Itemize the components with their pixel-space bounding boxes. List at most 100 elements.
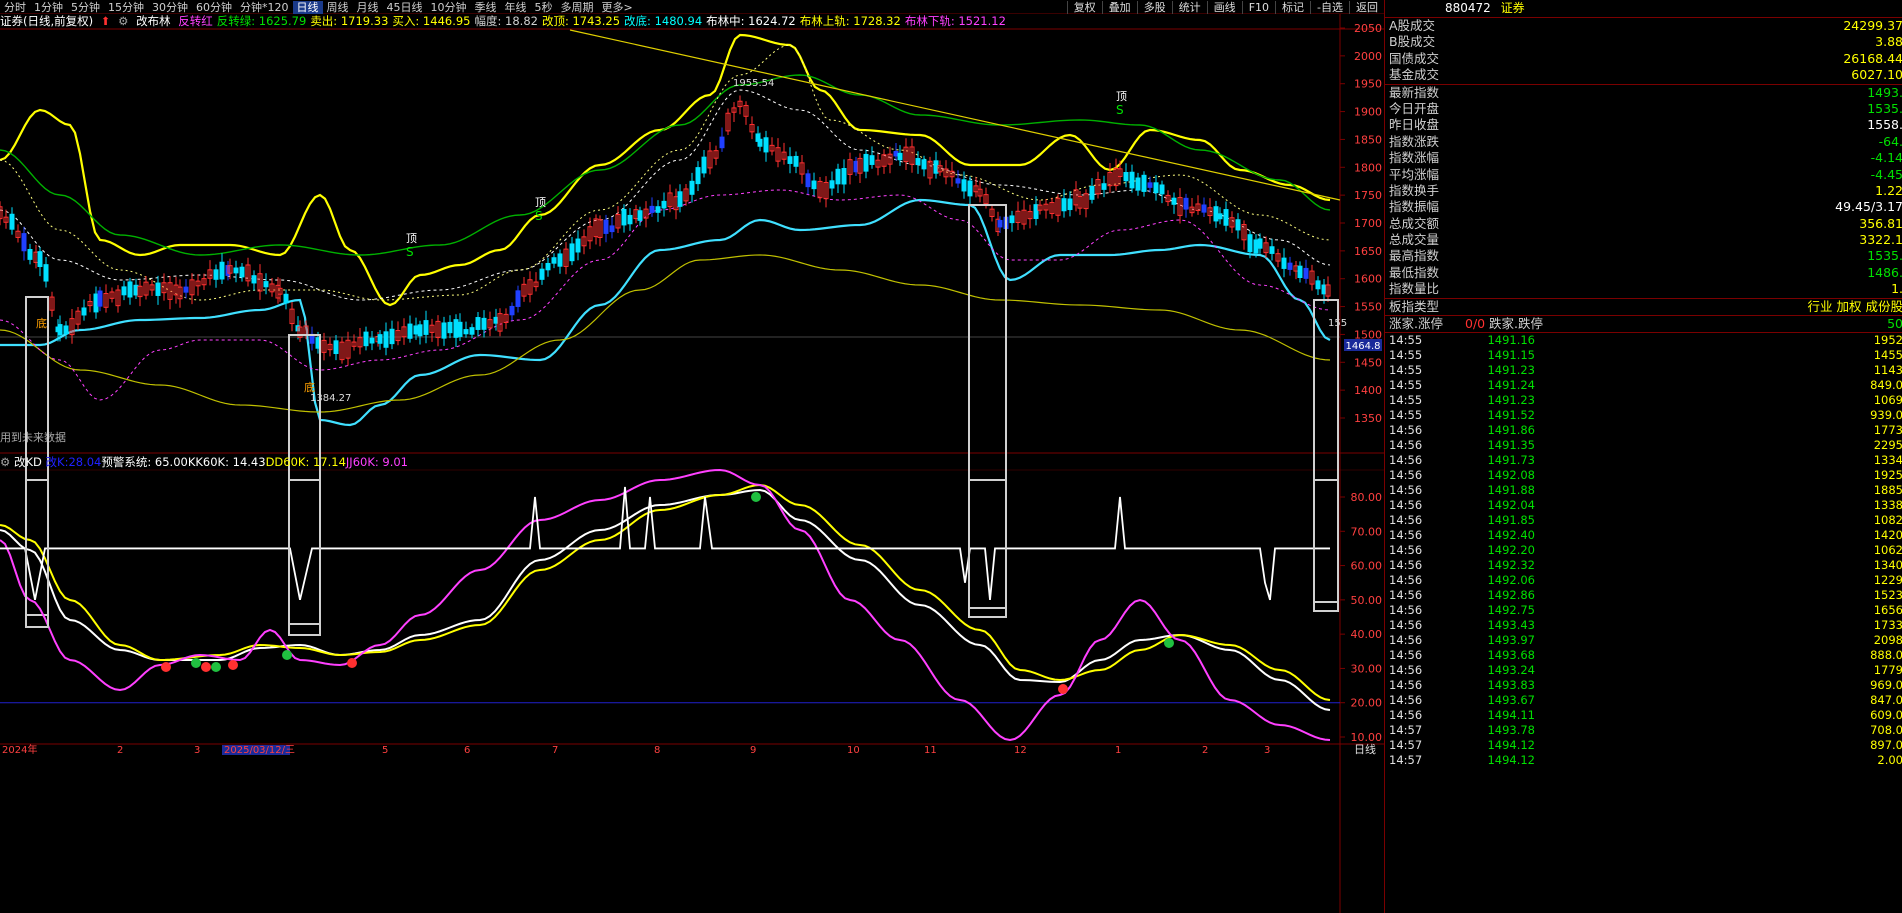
tick-row: 14:56 1494.11 609.0 <box>1385 708 1902 723</box>
tick-row: 14:56 1491.88 1885 <box>1385 483 1902 498</box>
indicator-value: 改顶: 1743.25 <box>541 14 621 28</box>
tick-volume: 1340 <box>1873 558 1902 573</box>
tick-row: 14:56 1492.08 1925 <box>1385 468 1902 483</box>
candle-body <box>1247 234 1253 253</box>
signal-dot-icon <box>191 658 201 668</box>
stat-label: 指数涨跌 <box>1389 133 1440 149</box>
indicator-name[interactable]: 改布林 <box>136 14 171 28</box>
candle-body <box>853 160 859 173</box>
candle-body <box>627 214 633 225</box>
stats-list: A股成交 24299.37 B股成交 3.88 国债成交 26168.44 基金成交 6027… <box>1385 18 1902 298</box>
tick-volume: 609.0 <box>1870 708 1902 723</box>
tick-volume: 1082 <box>1873 513 1902 528</box>
stat-label: B股成交 <box>1389 34 1436 50</box>
indicator-value: DD60K: 17.14 <box>265 455 346 469</box>
signal-dot-icon <box>1058 684 1068 694</box>
tick-volume: 1420 <box>1873 528 1902 543</box>
candle-body <box>1159 184 1165 195</box>
x-axis-label: 5 <box>382 745 388 756</box>
candle-body <box>575 238 581 253</box>
signal-dot-icon <box>201 662 211 672</box>
tick-price: 1492.06 <box>1487 573 1535 588</box>
tick-price: 1493.43 <box>1487 618 1535 633</box>
tick-row: 14:56 1492.20 1062 <box>1385 543 1902 558</box>
stat-label: 最低指数 <box>1389 264 1440 280</box>
candle-body <box>1287 262 1293 270</box>
candle-body <box>251 275 257 284</box>
index-code: 880472 <box>1445 1 1491 15</box>
tick-price: 1491.35 <box>1487 438 1535 453</box>
updown-row: 涨家.涨停 0/0 跌家.跌停 50 <box>1385 315 1902 334</box>
stat-value: 356.81 <box>1859 215 1902 231</box>
candle-body <box>57 324 63 336</box>
tick-price: 1493.68 <box>1487 648 1535 663</box>
tick-price: 1491.85 <box>1487 513 1535 528</box>
candle-body <box>1067 198 1073 211</box>
tick-time: 14:57 <box>1389 738 1423 753</box>
candle-body <box>463 329 469 335</box>
indicator-value: 卖出: 1719.33 <box>310 14 389 28</box>
sub-indicator-name[interactable]: 改KD <box>14 455 42 469</box>
candle-body <box>1303 267 1309 279</box>
candle-body <box>805 173 811 188</box>
bottom-mark: 底 <box>36 316 47 330</box>
tick-time: 14:56 <box>1389 558 1423 573</box>
gear-icon[interactable]: ⚙ <box>0 455 10 469</box>
stat-label: 平均涨幅 <box>1389 166 1440 182</box>
tick-volume: 2295 <box>1873 438 1902 453</box>
tick-price: 1491.23 <box>1487 393 1535 408</box>
candle-body <box>475 317 481 330</box>
tick-time: 14:56 <box>1389 438 1423 453</box>
stat-label: 昨日收盘 <box>1389 117 1440 133</box>
candle-body <box>515 290 521 307</box>
tick-volume: 1952 <box>1873 333 1902 348</box>
tick-price: 1493.97 <box>1487 633 1535 648</box>
tick-volume: 708.0 <box>1870 723 1902 738</box>
candle-body <box>1123 172 1129 182</box>
candle-body <box>93 293 99 313</box>
candle-body <box>63 325 69 335</box>
tick-volume: 1925 <box>1873 468 1902 483</box>
candle-body <box>121 286 127 296</box>
kd-tick-label: 70.00 <box>1351 525 1383 538</box>
indicator-value: 28.04 <box>68 455 102 469</box>
tick-row: 14:56 1491.85 1082 <box>1385 513 1902 528</box>
low-annotation: 1384.27 <box>310 393 351 404</box>
stat-row: 国债成交 26168.44 <box>1385 51 1902 67</box>
tick-volume: 939.0 <box>1870 408 1902 423</box>
x-axis-label: 8 <box>654 745 660 756</box>
tick-time: 14:56 <box>1389 453 1423 468</box>
tick-time: 14:56 <box>1389 603 1423 618</box>
tick-time: 14:56 <box>1389 423 1423 438</box>
tick-time: 14:56 <box>1389 633 1423 648</box>
tick-time: 14:56 <box>1389 483 1423 498</box>
stat-row: 最高指数 1535. <box>1385 248 1902 264</box>
candle-body <box>37 251 43 268</box>
candle-body <box>609 225 615 233</box>
tick-row: 14:56 1493.97 2098 <box>1385 633 1902 648</box>
tick-price: 1494.12 <box>1487 738 1535 753</box>
x-axis-label: 10 <box>847 745 860 756</box>
tick-price: 1492.86 <box>1487 588 1535 603</box>
candle-body <box>897 152 903 161</box>
tick-price: 1491.24 <box>1487 378 1535 393</box>
stat-row: 指数量比 1. <box>1385 281 1902 297</box>
candle-body <box>787 156 793 164</box>
tick-time: 14:56 <box>1389 648 1423 663</box>
candle-body <box>233 267 239 274</box>
tick-price: 1491.16 <box>1487 333 1535 348</box>
tick-time: 14:56 <box>1389 498 1423 513</box>
future-data-note: 用到未来数据 <box>0 430 66 444</box>
stat-value: 1493. <box>1867 84 1902 100</box>
price-tick-label: 1400 <box>1354 384 1382 397</box>
tick-list[interactable]: 14:55 1491.16 1952 14:55 1491.15 1455 14:55 149… <box>1385 333 1902 768</box>
stat-label: 总成交额 <box>1389 215 1440 231</box>
indicator-value: 反转绿: 1625.79 <box>216 14 307 28</box>
candle-body <box>1223 209 1229 226</box>
tick-price: 1491.73 <box>1487 453 1535 468</box>
candle-body <box>333 340 339 355</box>
tick-volume: 1229 <box>1873 573 1902 588</box>
candle-body <box>557 253 563 267</box>
candle-body <box>551 257 557 264</box>
gear-icon[interactable]: ⚙ <box>118 14 128 28</box>
